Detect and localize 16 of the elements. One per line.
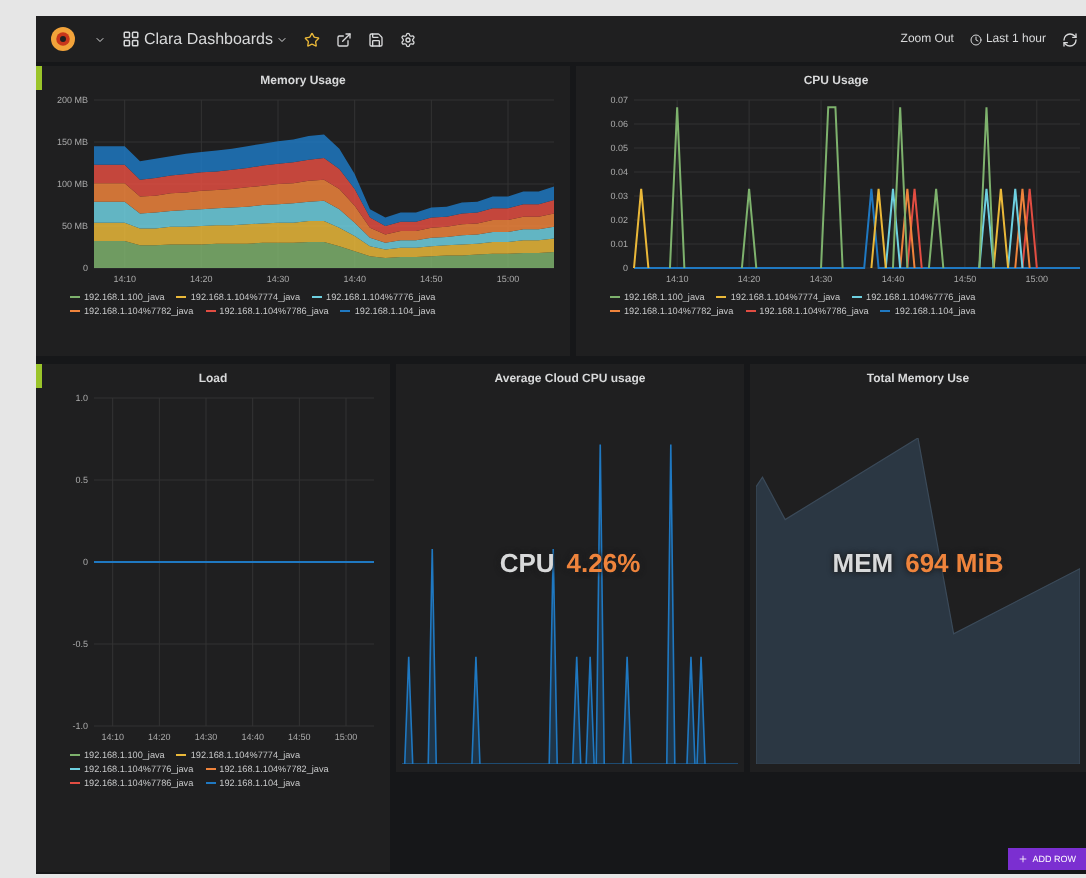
settings-icon[interactable] [400,31,417,47]
dashboard-title[interactable]: Clara Dashboards [122,30,289,48]
caret-icon[interactable] [94,33,106,45]
save-icon[interactable] [368,31,385,47]
plus-icon [1018,854,1029,864]
stat-value: 694 MiB [905,547,1004,578]
share-icon[interactable] [336,31,353,47]
refresh-icon[interactable] [1062,31,1078,47]
stat-label: MEM [832,547,894,578]
row-handle[interactable] [36,66,42,90]
grid-icon [122,30,140,48]
row-handle[interactable] [36,364,42,388]
clock-icon [969,33,982,45]
caret-icon [276,33,289,45]
star-icon[interactable] [304,31,321,47]
logo-icon[interactable] [48,24,78,54]
